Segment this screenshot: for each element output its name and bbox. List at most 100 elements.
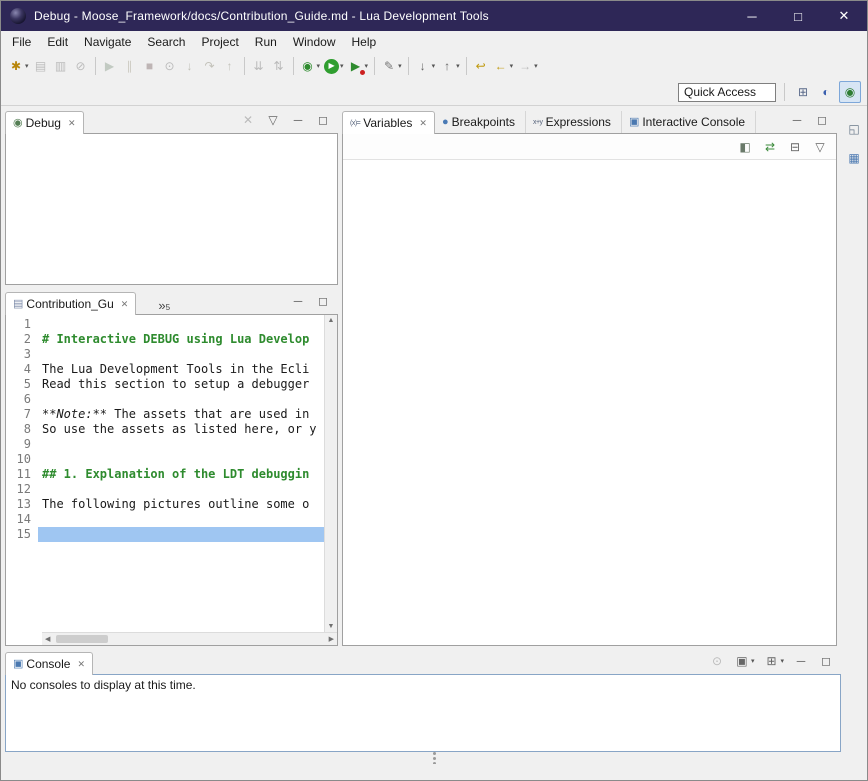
console-actions: ⊙▣▾⊞▾─◻ bbox=[707, 651, 841, 674]
toolbar-separator bbox=[244, 57, 245, 75]
tab-breakpoints[interactable]: ●Breakpoints bbox=[435, 111, 526, 133]
scroll-right-icon[interactable]: ▶ bbox=[329, 636, 334, 643]
scroll-down-icon[interactable]: ▼ bbox=[328, 623, 335, 630]
restore-view-button[interactable]: ◱ bbox=[844, 119, 864, 139]
editor-line[interactable]: 12 bbox=[6, 482, 324, 497]
tab-contribution-guide[interactable]: ▤ Contribution_Gu ✕ bbox=[5, 292, 136, 315]
menu-search[interactable]: Search bbox=[139, 32, 193, 52]
dropdown-arrow-icon: ▾ bbox=[317, 62, 321, 70]
editor-line[interactable]: 11## 1. Explanation of the LDT debuggin bbox=[6, 467, 324, 482]
back-button[interactable]: ←▾ bbox=[491, 56, 516, 76]
external-tools-button[interactable]: ▶▾ bbox=[346, 56, 371, 76]
titlebar[interactable]: Debug - Moose_Framework/docs/Contributio… bbox=[1, 1, 867, 31]
debug-perspective-button[interactable]: ◉ bbox=[839, 81, 861, 103]
show-type-names-button[interactable]: ⇄ bbox=[760, 137, 780, 157]
dropdown-arrow-icon: ▾ bbox=[510, 62, 514, 70]
line-text bbox=[38, 512, 324, 527]
minimize-button[interactable]: ─ bbox=[787, 110, 807, 130]
close-tab-icon[interactable]: ✕ bbox=[121, 299, 129, 310]
display-console-icon: ▣ bbox=[734, 653, 750, 669]
debug-view-content[interactable] bbox=[5, 133, 338, 285]
menu-help[interactable]: Help bbox=[344, 32, 385, 52]
scroll-left-icon[interactable]: ◀ bbox=[45, 636, 50, 643]
editor-line[interactable]: 5Read this section to setup a debugger bbox=[6, 377, 324, 392]
close-button[interactable]: ✕ bbox=[821, 1, 867, 31]
editor-line[interactable]: 7**Note:** The assets that are used in bbox=[6, 407, 324, 422]
menu-project[interactable]: Project bbox=[193, 32, 246, 52]
menu-run[interactable]: Run bbox=[247, 32, 285, 52]
step-return-button: ↑ bbox=[220, 56, 240, 76]
tab-debug[interactable]: ◉ Debug ✕ bbox=[5, 111, 84, 134]
maximize-button[interactable]: ◻ bbox=[816, 651, 836, 671]
minimize-button[interactable]: ─ bbox=[791, 651, 811, 671]
view-menu-button[interactable]: ▽ bbox=[263, 110, 283, 130]
view-menu-button[interactable]: ▽ bbox=[810, 137, 830, 157]
editor-line[interactable]: 6 bbox=[6, 392, 324, 407]
menu-file[interactable]: File bbox=[4, 32, 39, 52]
tab-label: Interactive Console bbox=[642, 115, 745, 129]
search-button[interactable]: ✎▾ bbox=[379, 56, 404, 76]
previous-annotation-button[interactable]: ↑▾ bbox=[437, 56, 462, 76]
menu-window[interactable]: Window bbox=[285, 32, 344, 52]
editor-line[interactable]: 14 bbox=[6, 512, 324, 527]
scroll-up-icon[interactable]: ▲ bbox=[328, 317, 335, 324]
debug-launch-button[interactable]: ◉▾ bbox=[298, 56, 323, 76]
minimize-button[interactable]: ─ bbox=[288, 110, 308, 130]
line-number: 11 bbox=[6, 467, 38, 482]
console-content[interactable]: No consoles to display at this time. bbox=[5, 674, 841, 752]
editor-line[interactable]: 3 bbox=[6, 347, 324, 362]
minimized-view-button[interactable]: ▦ bbox=[844, 148, 864, 168]
app-window: Debug - Moose_Framework/docs/Contributio… bbox=[0, 0, 868, 781]
next-annotation-button[interactable]: ↓▾ bbox=[413, 56, 438, 76]
last-edit-location-button[interactable]: ↩ bbox=[471, 56, 491, 76]
sash-grip-icon[interactable] bbox=[433, 757, 436, 760]
save-all-button: ▥ bbox=[51, 56, 71, 76]
new-wizard-button[interactable]: ✱▾ bbox=[6, 56, 31, 76]
maximize-button[interactable]: ◻ bbox=[313, 291, 333, 311]
editor-line[interactable]: 4The Lua Development Tools in the Ecli bbox=[6, 362, 324, 377]
maximize-button[interactable]: ◻ bbox=[313, 110, 333, 130]
editor-line[interactable]: 9 bbox=[6, 437, 324, 452]
minimize-icon: ─ bbox=[793, 653, 809, 669]
horizontal-scrollbar[interactable]: ◀ ▶ bbox=[42, 632, 337, 645]
maximize-button[interactable]: ◻ bbox=[812, 110, 832, 130]
tab-console[interactable]: ▣ Console ✕ bbox=[5, 652, 93, 675]
variables-tabrow-tabs: (x)=Variables✕●Breakpointsx+yExpressions… bbox=[342, 111, 756, 133]
close-tab-icon[interactable]: ✕ bbox=[419, 118, 427, 129]
lua-perspective-button[interactable]: ◐ bbox=[816, 82, 836, 102]
tab-interactive-console[interactable]: ▣Interactive Console bbox=[622, 111, 756, 133]
minimize-button[interactable]: ─ bbox=[729, 1, 775, 31]
maximize-button[interactable]: □ bbox=[775, 1, 821, 31]
quick-access-input[interactable]: Quick Access bbox=[678, 83, 776, 102]
tab-variables[interactable]: (x)=Variables✕ bbox=[342, 111, 435, 134]
collapse-all-button[interactable]: ⊟ bbox=[785, 137, 805, 157]
close-tab-icon[interactable]: ✕ bbox=[68, 118, 76, 129]
tab-label: Contribution_Gu bbox=[26, 297, 113, 311]
editor-line[interactable]: 2# Interactive DEBUG using Lua Develop bbox=[6, 332, 324, 347]
editor-line[interactable]: 1 bbox=[6, 317, 324, 332]
show-logical-structure-button[interactable]: ◧ bbox=[735, 137, 755, 157]
open-perspective-button[interactable]: ⊞ bbox=[793, 82, 813, 102]
open-console-button[interactable]: ⊞▾ bbox=[761, 651, 786, 671]
scrollbar-thumb[interactable] bbox=[56, 635, 108, 643]
line-number: 4 bbox=[6, 362, 38, 377]
forward-button: →▾ bbox=[515, 56, 540, 76]
tab-expressions[interactable]: x+yExpressions bbox=[526, 111, 622, 133]
display-console-button[interactable]: ▣▾ bbox=[732, 651, 757, 671]
debug-view-actions: ✕▽─◻ bbox=[238, 110, 338, 133]
editor-line[interactable]: 13The following pictures outline some o bbox=[6, 497, 324, 512]
menu-edit[interactable]: Edit bbox=[39, 32, 76, 52]
minimize-button[interactable]: ─ bbox=[288, 291, 308, 311]
editor-line[interactable]: 8So use the assets as listed here, or y bbox=[6, 422, 324, 437]
vertical-scrollbar[interactable]: ▲ ▼ bbox=[324, 315, 337, 632]
editor-line[interactable]: 10 bbox=[6, 452, 324, 467]
close-tab-icon[interactable]: ✕ bbox=[77, 659, 85, 670]
menu-navigate[interactable]: Navigate bbox=[76, 32, 139, 52]
variables-empty-area[interactable] bbox=[343, 160, 836, 645]
main-toolbar: ✱▾▤▥⊘▶∥■⊙↓↷↑⇊⇅◉▾▶▾▶▾✎▾↓▾↑▾↩←▾→▾ bbox=[1, 53, 867, 79]
sash[interactable] bbox=[1, 752, 867, 764]
run-launch-button[interactable]: ▶▾ bbox=[322, 57, 346, 76]
hidden-editors-button[interactable]: » 5 bbox=[154, 294, 174, 314]
line-number: 6 bbox=[6, 392, 38, 407]
editor-line[interactable]: 15 bbox=[6, 527, 324, 542]
